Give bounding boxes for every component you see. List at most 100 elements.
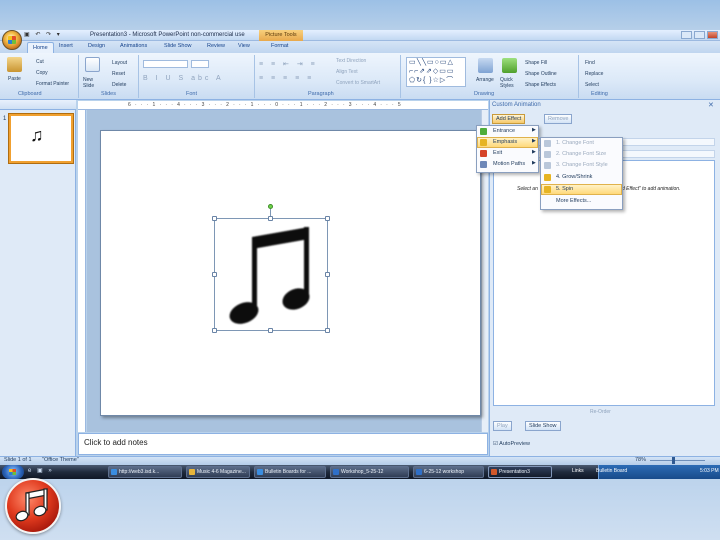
resize-handle[interactable]	[325, 328, 330, 333]
slides-group-label: Slides	[101, 91, 116, 97]
shapes-gallery[interactable]: ▭╲╲▭○▭△ ⌐⌐⇗⇗◇▭▭ ⬠↻{ }☆▷⌒	[406, 57, 466, 87]
quick-launch[interactable]: e ▣ »	[28, 467, 54, 474]
layout-button[interactable]: Layout	[112, 60, 127, 66]
find-button[interactable]: Find	[585, 60, 595, 66]
text-direction-button[interactable]: Text Direction	[336, 58, 366, 64]
taskbar-item[interactable]: Presentation3	[488, 466, 552, 478]
taskbar-item[interactable]: Workshop_5-25-12	[330, 466, 409, 478]
resize-handle[interactable]	[212, 216, 217, 221]
shape-effects-button[interactable]: Shape Effects	[525, 82, 556, 88]
minimize-icon[interactable]	[681, 31, 692, 39]
tab-home[interactable]: Home	[27, 42, 54, 53]
zoom-slider-knob[interactable]	[672, 457, 675, 464]
shape-outline-button[interactable]: Shape Outline	[525, 71, 557, 77]
add-effect-button[interactable]: Add Effect	[492, 114, 526, 124]
taskbar-item-label: Presentation3	[499, 469, 530, 475]
submenu-item-change-font-size[interactable]: 2. Change Font Size	[556, 151, 606, 157]
reset-button[interactable]: Reset	[112, 71, 125, 77]
slide-show-button[interactable]: Slide Show	[525, 421, 561, 431]
ribbon-tabs	[0, 41, 720, 53]
copy-button[interactable]: Copy	[36, 70, 48, 76]
align-buttons[interactable]: ≡ ≡ ≡ ≡ ≡	[259, 75, 314, 82]
list-buttons[interactable]: ≡ ≡ ⇤ ⇥ ≡	[259, 60, 318, 68]
tab-slide-show[interactable]: Slide Show	[164, 43, 192, 49]
slide-number: 1	[3, 116, 7, 122]
picture-tools-tab: Picture Tools	[259, 30, 303, 41]
task-pane-close-icon[interactable]: ✕	[708, 101, 714, 109]
quick-styles-icon	[502, 58, 517, 73]
tab-view[interactable]: View	[238, 43, 250, 49]
taskbar-app-icon	[333, 469, 339, 475]
office-button-icon[interactable]	[2, 30, 22, 50]
slide-background-bottom	[0, 478, 720, 540]
tab-insert[interactable]: Insert	[59, 43, 73, 49]
align-text-button[interactable]: Align Text	[336, 69, 358, 75]
tab-animations[interactable]: Animations	[120, 43, 147, 49]
menu-item-emphasis[interactable]: Emphasis	[493, 139, 517, 145]
animation-hint-left: Select an	[517, 186, 538, 192]
rotation-handle-icon[interactable]	[268, 204, 273, 209]
autopreview-checkbox[interactable]: ☑ AutoPreview	[493, 441, 530, 447]
convert-smartart-button[interactable]: Convert to SmartArt	[336, 80, 380, 86]
cut-button[interactable]: Cut	[36, 59, 44, 65]
tab-design[interactable]: Design	[88, 43, 105, 49]
menu-item-entrance[interactable]: Entrance	[493, 128, 515, 134]
zoom-level: 78%	[635, 457, 647, 463]
taskbar-item-label: Music 4-6 Magazine...	[197, 469, 246, 475]
ribbon-separator	[138, 55, 139, 98]
font-size-field[interactable]	[191, 60, 209, 68]
resize-handle[interactable]	[212, 328, 217, 333]
emphasis-icon	[480, 139, 487, 146]
delete-button[interactable]: Delete	[112, 82, 126, 88]
paragraph-group-label: Paragraph	[308, 91, 334, 97]
grow-shrink-icon	[544, 174, 551, 181]
submenu-item-spin[interactable]: 5. Spin	[556, 186, 573, 192]
arrange-button[interactable]: Arrange	[476, 77, 494, 83]
format-painter-button[interactable]: Format Painter	[36, 81, 69, 87]
taskbar-links[interactable]: Links	[572, 468, 584, 474]
close-icon[interactable]	[707, 31, 718, 39]
resize-handle[interactable]	[212, 272, 217, 277]
taskbar-item[interactable]: Music 4-6 Magazine...	[186, 466, 250, 478]
taskbar-item[interactable]: http://web3.isd.k...	[108, 466, 182, 478]
resize-handle[interactable]	[325, 272, 330, 277]
font-format-buttons[interactable]: B I U S abc A	[143, 75, 224, 82]
submenu-item-change-font[interactable]: 1. Change Font	[556, 140, 594, 146]
font-name-field[interactable]	[143, 60, 188, 68]
start-button[interactable]	[2, 465, 24, 479]
ribbon-separator	[400, 55, 401, 98]
paste-button[interactable]: Paste	[8, 76, 21, 82]
tab-format[interactable]: Format	[271, 43, 288, 49]
submenu-item-grow-shrink[interactable]: 4. Grow/Shrink	[556, 174, 592, 180]
submenu-item-more-effects[interactable]: More Effects...	[556, 198, 591, 204]
menu-item-exit[interactable]: Exit	[493, 150, 502, 156]
taskbar-bulletin[interactable]: Bulletin Board	[596, 468, 627, 474]
slides-outline-tabs[interactable]	[0, 100, 76, 110]
resize-handle[interactable]	[268, 216, 273, 221]
notes-placeholder: Click to add notes	[84, 438, 148, 447]
taskbar-item-label: 6-25-12 workshop	[424, 469, 465, 475]
taskbar-app-icon	[111, 469, 117, 475]
play-button[interactable]: Play	[493, 421, 512, 431]
tab-review[interactable]: Review	[207, 43, 225, 49]
zoom-slider[interactable]	[650, 460, 705, 461]
maximize-icon[interactable]	[694, 31, 705, 39]
resize-handle[interactable]	[268, 328, 273, 333]
slide-background-top	[0, 0, 720, 30]
editing-group-label: Editing	[591, 91, 608, 97]
reorder-label: Re-Order	[590, 409, 611, 415]
entrance-icon	[480, 128, 487, 135]
menu-item-motion-paths[interactable]: Motion Paths	[493, 161, 525, 167]
thumbnail-music-note-icon: ♫	[30, 125, 44, 145]
resize-handle[interactable]	[325, 216, 330, 221]
quick-access-toolbar[interactable]: ▣ ↶ ↷ ▾	[24, 31, 62, 38]
replace-button[interactable]: Replace	[585, 71, 603, 77]
taskbar-item[interactable]: 6-25-12 workshop	[413, 466, 484, 478]
shape-fill-button[interactable]: Shape Fill	[525, 60, 547, 66]
select-button[interactable]: Select	[585, 82, 599, 88]
taskbar-item[interactable]: Bulletin Boards for ...	[254, 466, 326, 478]
new-slide-button[interactable]: New Slide	[83, 77, 101, 89]
remove-button[interactable]: Remove	[544, 114, 573, 124]
submenu-item-change-font-style[interactable]: 3. Change Font Style	[556, 162, 608, 168]
quick-styles-button[interactable]: Quick Styles	[500, 77, 520, 89]
